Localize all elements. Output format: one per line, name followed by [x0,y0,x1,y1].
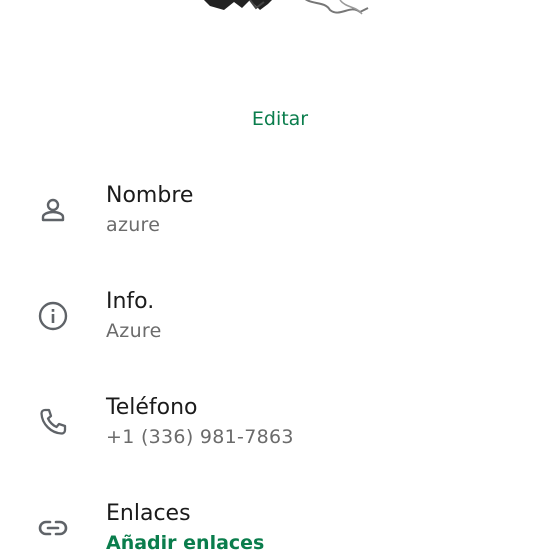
field-row-phone[interactable]: Teléfono +1 (336) 981-7863 [0,392,560,472]
field-label: Info. [106,289,155,314]
field-label: Nombre [106,183,194,208]
field-row-name[interactable]: Nombre azure [0,180,560,260]
field-value: azure [106,214,161,236]
info-icon [37,300,69,332]
field-value: Azure [106,320,162,342]
field-label: Teléfono [106,395,198,420]
add-links-button[interactable]: Añadir enlaces [106,532,264,554]
field-row-links[interactable]: Enlaces Añadir enlaces [0,498,560,560]
edit-photo-link[interactable]: Editar [0,108,560,130]
field-label: Enlaces [106,501,191,526]
field-row-info[interactable]: Info. Azure [0,286,560,366]
profile-page: Editar Nombre azure Info. Azure Teléfono… [0,0,560,560]
profile-avatar[interactable] [190,0,380,20]
person-icon [37,194,69,226]
avatar-illustration [204,0,369,15]
field-value: +1 (336) 981-7863 [106,426,294,448]
phone-icon [37,406,69,438]
link-icon [37,512,69,544]
